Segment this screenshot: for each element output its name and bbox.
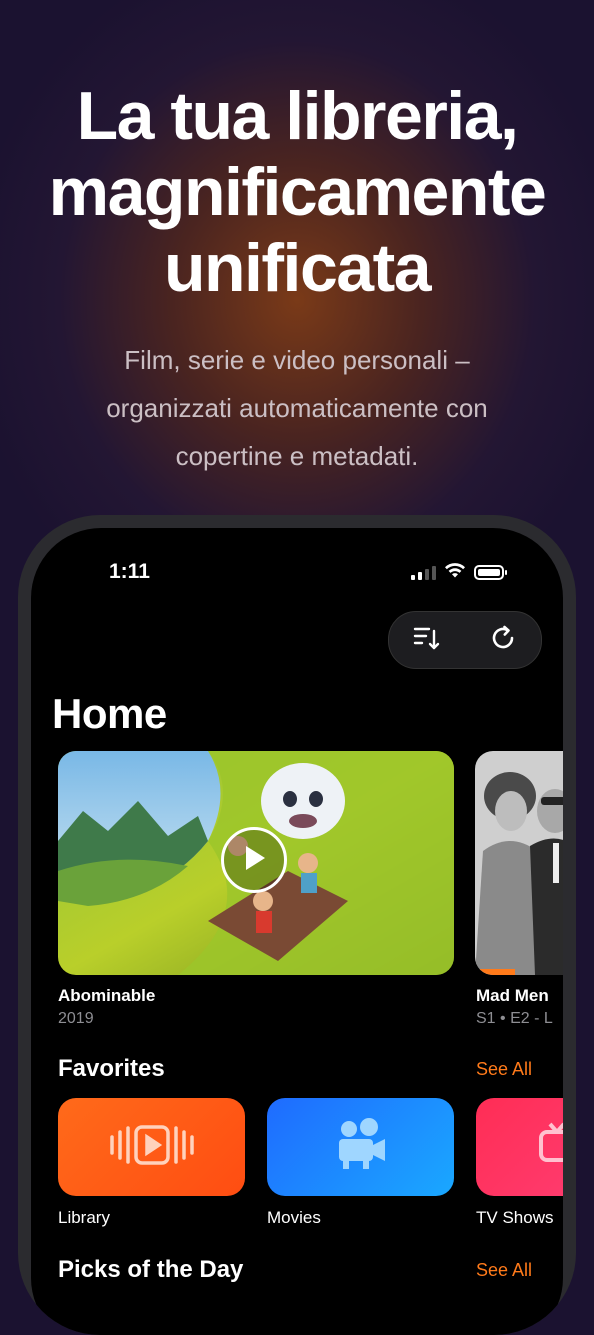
tv-icon <box>538 1122 563 1173</box>
sort-icon <box>413 625 441 656</box>
status-icons <box>411 562 507 583</box>
hero-title-1: Abominable <box>58 986 156 1005</box>
favorite-tile-library[interactable] <box>58 1098 245 1196</box>
hero-title-2: Mad Men <box>476 986 549 1005</box>
headline-line-3: unificata <box>163 230 432 306</box>
play-button[interactable] <box>221 827 287 893</box>
favorite-tile-tv-shows[interactable] <box>476 1098 563 1196</box>
refresh-button[interactable] <box>483 620 523 660</box>
hero-subtitle-1: 2019 <box>58 1010 94 1027</box>
headline-line-1: La tua libreria, <box>76 78 519 154</box>
page-title: Home <box>52 690 167 737</box>
favorites-title: Favorites <box>58 1055 165 1082</box>
mad-men-artwork <box>475 751 563 975</box>
promo-subtitle: Film, serie e video personali – organizz… <box>106 345 488 471</box>
favorite-tile-movies[interactable] <box>267 1098 454 1196</box>
phone-screen: 1:11 Home Abominable 2019 Mad Men S1 • E… <box>31 528 563 1335</box>
hero-card-mad-men[interactable] <box>475 751 563 975</box>
favorite-label-movies: Movies <box>267 1208 321 1227</box>
hero-subtitle-2: S1 • E2 - L <box>476 1010 553 1027</box>
video-library-icon <box>108 1123 196 1172</box>
wifi-icon <box>444 562 466 583</box>
favorites-see-all-link[interactable]: See All <box>476 1059 532 1080</box>
toolbar-pill <box>388 611 542 669</box>
hero-card-abominable[interactable] <box>58 751 454 975</box>
picks-title: Picks of the Day <box>58 1256 244 1283</box>
refresh-icon <box>489 624 517 657</box>
status-time: 1:11 <box>109 560 150 583</box>
cellular-signal-icon <box>411 565 436 580</box>
favorite-label-library: Library <box>58 1208 110 1227</box>
promo-headline: La tua libreria, magnificamente unificat… <box>0 78 594 306</box>
battery-icon <box>474 565 507 580</box>
favorite-label-tv-shows: TV Shows <box>476 1208 554 1227</box>
headline-line-2: magnificamente <box>48 154 547 230</box>
sort-button[interactable] <box>407 620 447 660</box>
phone-frame: 1:11 Home Abominable 2019 Mad Men S1 • E… <box>18 515 576 1335</box>
picks-see-all-link[interactable]: See All <box>476 1260 532 1281</box>
movie-camera-icon <box>333 1117 389 1178</box>
play-icon <box>241 844 267 877</box>
